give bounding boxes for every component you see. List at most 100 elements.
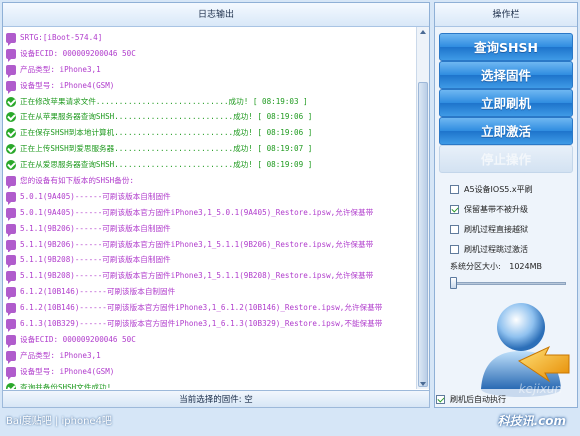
log-line: 5.1.1(9B208)------可刷该版本官方固件iPhone3,1_5.1… xyxy=(6,268,416,285)
message-bubble-icon xyxy=(6,318,16,332)
current-firmware-status: 当前选择的固件: 空 xyxy=(2,390,430,408)
log-line-text: 设备ECID: 000009200046 50C xyxy=(20,48,136,58)
log-line-text: 正在从苹果服务器查询SHSH..........................… xyxy=(20,112,313,122)
log-line-text: 产品类型: iPhone3,1 xyxy=(20,64,101,74)
operation-panel: 操作栏 查询SHSH 选择固件 立即刷机 立即激活 停止操作 A5设备IOS5.… xyxy=(434,2,578,408)
success-check-icon xyxy=(6,382,16,389)
message-bubble-icon xyxy=(6,64,16,78)
log-line: 产品类型: iPhone3,1 xyxy=(6,348,416,364)
log-line: 设备ECID: 000009200046 50C xyxy=(6,46,416,62)
log-panel-title: 日志输出 xyxy=(3,3,429,27)
log-line-text: 查询并备份SHSH文件成功! xyxy=(20,382,112,389)
message-bubble-icon xyxy=(6,255,16,269)
message-bubble-icon xyxy=(6,207,16,221)
log-line-text: 设备型号: iPhone4(GSM) xyxy=(20,366,115,376)
log-line: 设备型号: iPhone4(GSM) xyxy=(6,78,416,94)
message-bubble-icon xyxy=(6,287,16,301)
scroll-up-arrow-icon[interactable] xyxy=(420,30,426,34)
message-bubble-icon xyxy=(6,32,16,46)
log-line: 5.1.1(9B208)------可刷该版本自制固件 xyxy=(6,252,416,269)
auto-flash-label: 刷机后自动执行 xyxy=(450,394,506,404)
log-line: 您的设备有如下版本的SHSH备份: xyxy=(6,173,416,189)
site-watermark-en: kejixun xyxy=(518,382,562,396)
message-bubble-icon xyxy=(6,223,16,237)
log-line: 正在从苹果服务器查询SHSH..........................… xyxy=(6,109,416,125)
a5-ios5-label: A5设备IOS5.x平刷 xyxy=(464,184,533,194)
log-line-text: 正在从爱思服务器查询SHSH..........................… xyxy=(20,160,313,170)
log-line-text: 5.1.1(9B206)------可刷该版本官方固件iPhone3,1_5.1… xyxy=(20,239,374,249)
log-line: SRTG:[iBoot-574.4] xyxy=(6,30,416,46)
log-line-text: 设备ECID: 000009200046 50C xyxy=(20,334,136,344)
partition-size-slider[interactable] xyxy=(450,277,566,289)
success-check-icon xyxy=(6,144,16,155)
operation-panel-title: 操作栏 xyxy=(435,3,577,27)
log-line: 正在上传SHSH到爱思服务器..........................… xyxy=(6,141,416,157)
log-line: 5.1.1(9B206)------可刷该版本自制固件 xyxy=(6,221,416,237)
log-line: 6.1.3(10B329)------可刷该版本官方固件iPhone3,1_6.… xyxy=(6,316,416,332)
message-bubble-icon xyxy=(6,48,16,62)
log-line-text: 5.1.1(9B208)------可刷该版本官方固件iPhone3,1_5.1… xyxy=(20,271,374,281)
select-firmware-button[interactable]: 选择固件 xyxy=(439,61,573,89)
log-line: 正在从爱思服务器查询SHSH..........................… xyxy=(6,157,416,173)
flash-now-button[interactable]: 立即刷机 xyxy=(439,89,573,117)
log-output[interactable]: SRTG:[iBoot-574.4] 设备ECID: 000009200046 5… xyxy=(3,27,416,389)
message-bubble-icon xyxy=(6,334,16,348)
scroll-thumb[interactable] xyxy=(418,82,428,387)
log-line: 6.1.2(10B146)------可刷该版本官方固件iPhone3,1_6.… xyxy=(6,300,416,317)
kejixun-watermark: 科技讯.com xyxy=(497,414,566,428)
log-line-text: 5.0.1(9A405)------可刷该版本自制固件 xyxy=(20,191,171,201)
message-bubble-icon xyxy=(6,350,16,364)
auto-flash-option[interactable]: 刷机后自动执行 xyxy=(436,392,506,406)
keep-baseband-option[interactable]: 保留基带不被升级 xyxy=(450,202,528,216)
partition-size-label: 系统分区大小: 1024MB xyxy=(450,261,542,272)
log-line-text: 正在上传SHSH到爱思服务器..........................… xyxy=(20,144,313,154)
log-line-text: SRTG:[iBoot-574.4] xyxy=(20,33,103,42)
a5-ios5-checkbox[interactable] xyxy=(450,184,459,194)
log-line: 产品类型: iPhone3,1 xyxy=(6,62,416,78)
message-bubble-icon xyxy=(6,303,16,317)
message-bubble-icon xyxy=(6,175,16,189)
log-panel: 日志输出 SRTG:[iBoot-574.4] 设备ECID: 000009200… xyxy=(2,2,430,408)
log-line-text: 正在修改苹果请求文件.............................成… xyxy=(20,96,308,106)
message-bubble-icon xyxy=(6,191,16,205)
jailbreak-checkbox[interactable] xyxy=(450,224,459,234)
keep-baseband-checkbox[interactable] xyxy=(450,204,459,214)
a5-ios5-option[interactable]: A5设备IOS5.x平刷 xyxy=(450,182,533,196)
log-line-text: 产品类型: iPhone3,1 xyxy=(20,350,101,360)
success-check-icon xyxy=(6,128,16,139)
log-line: 设备型号: iPhone4(GSM) xyxy=(6,364,416,380)
log-line: 6.1.2(10B146)------可刷该版本自制固件 xyxy=(6,284,416,301)
partition-size-value: 1024MB xyxy=(509,262,542,271)
log-line-text: 5.1.1(9B208)------可刷该版本自制固件 xyxy=(20,255,171,265)
activate-now-button[interactable]: 立即激活 xyxy=(439,117,573,145)
log-line-text: 您的设备有如下版本的SHSH备份: xyxy=(20,176,134,186)
success-check-icon xyxy=(6,96,16,107)
log-line-text: 正在保存SHSH到本地计算机..........................… xyxy=(20,128,313,138)
jailbreak-label: 刷机过程直接越狱 xyxy=(464,224,528,234)
stop-operation-button[interactable]: 停止操作 xyxy=(439,145,573,173)
success-check-icon xyxy=(6,160,16,171)
log-line: 5.0.1(9A405)------可刷该版本官方固件iPhone3,1_5.0… xyxy=(6,205,416,221)
log-line-text: 设备型号: iPhone4(GSM) xyxy=(20,80,115,90)
auto-flash-checkbox[interactable] xyxy=(436,394,445,404)
log-line: 正在保存SHSH到本地计算机..........................… xyxy=(6,125,416,141)
log-line: 查询并备份SHSH文件成功! xyxy=(6,380,416,389)
scroll-down-arrow-icon[interactable] xyxy=(420,382,426,386)
slider-track xyxy=(450,282,566,285)
slider-thumb[interactable] xyxy=(450,277,457,289)
message-bubble-icon xyxy=(6,271,16,285)
baidu-tieba-watermark: Bai度贴吧 | iphone4吧 xyxy=(6,416,112,427)
jailbreak-option[interactable]: 刷机过程直接越狱 xyxy=(450,222,528,236)
log-line-text: 5.1.1(9B206)------可刷该版本自制固件 xyxy=(20,223,171,233)
partition-size-title: 系统分区大小: xyxy=(450,262,501,271)
skip-activation-checkbox[interactable] xyxy=(450,244,459,254)
log-line: 设备ECID: 000009200046 50C xyxy=(6,332,416,348)
log-scrollbar[interactable] xyxy=(416,27,429,389)
log-line: 正在修改苹果请求文件.............................成… xyxy=(6,94,416,110)
flash-tool-window: 日志输出 SRTG:[iBoot-574.4] 设备ECID: 000009200… xyxy=(0,0,580,436)
success-check-icon xyxy=(6,112,16,123)
keep-baseband-label: 保留基带不被升级 xyxy=(464,204,528,214)
skip-activation-option[interactable]: 刷机过程跳过激活 xyxy=(450,242,528,256)
query-shsh-button[interactable]: 查询SHSH xyxy=(439,33,573,61)
message-bubble-icon xyxy=(6,366,16,380)
